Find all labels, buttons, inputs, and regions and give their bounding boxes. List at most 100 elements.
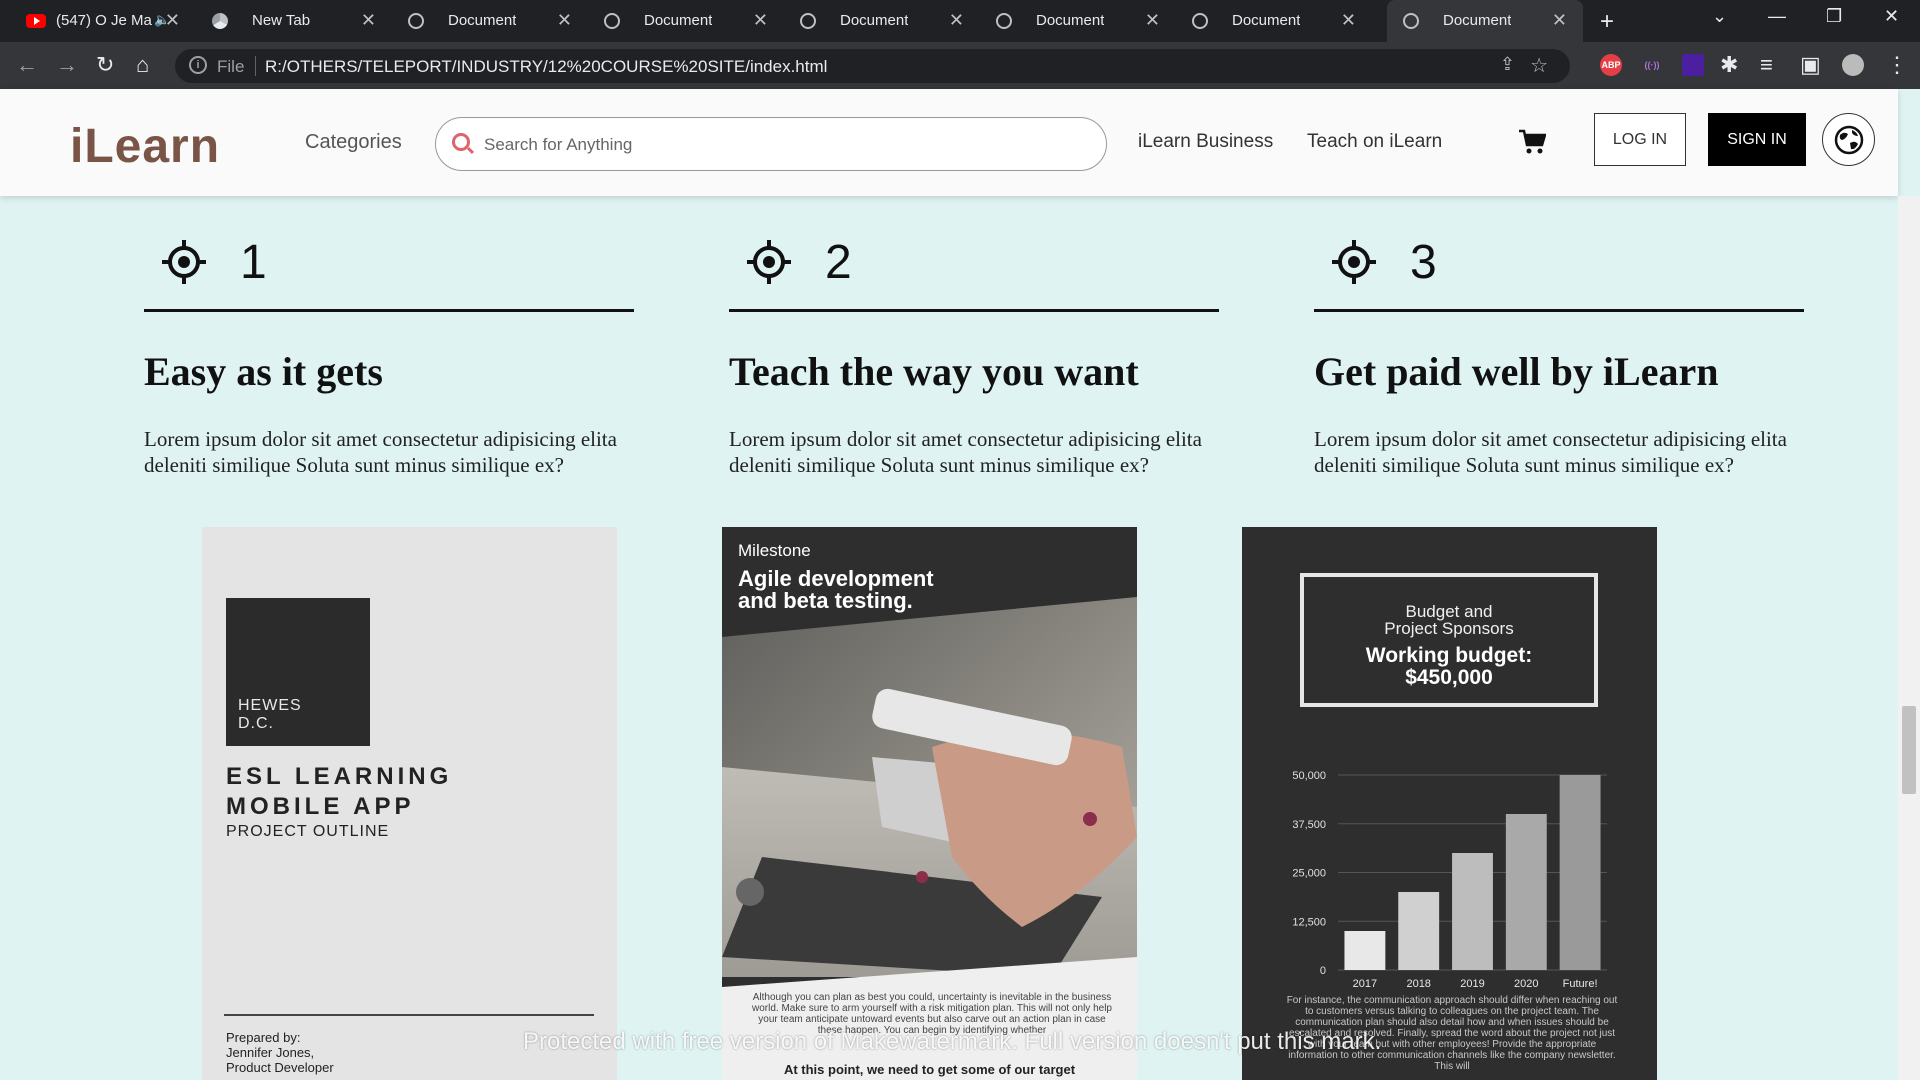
budget-amount: Working budget: $450,000 xyxy=(1304,645,1594,689)
step-description: Lorem ipsum dolor sit amet consectetur a… xyxy=(144,427,617,477)
search-bar[interactable] xyxy=(435,117,1107,171)
close-tab-icon[interactable]: ✕ xyxy=(949,10,964,31)
close-tab-icon[interactable]: ✕ xyxy=(165,10,180,31)
prepared-by-label: Prepared by: xyxy=(226,1030,301,1045)
browser-tab[interactable]: Document ✕ xyxy=(980,0,1176,42)
tab-title: (547) O Je Ma xyxy=(56,12,152,29)
reload-icon[interactable]: ↻ xyxy=(96,52,114,78)
watermark-text: Protected with free version of Makewater… xyxy=(523,1028,1382,1055)
minimize-icon[interactable]: — xyxy=(1768,6,1786,27)
budget-card: Budget and Project Sponsors Working budg… xyxy=(1242,527,1657,1080)
card-title: ESL LEARNING MOBILE APP xyxy=(226,762,452,822)
budget-bar-chart: 0 12,500 25,000 37,500 50,000 2017 2018 2019 202… xyxy=(1292,770,1607,990)
chart-ytick-label: 12,500 xyxy=(1292,916,1326,928)
step-number: 3 xyxy=(1410,235,1437,289)
browser-tab-active[interactable]: Document ✕ xyxy=(1387,0,1583,42)
chart-bar xyxy=(1505,814,1547,970)
globe-icon xyxy=(604,13,620,29)
adblock-plus-icon[interactable]: ABP xyxy=(1600,54,1622,76)
divider xyxy=(1314,309,1804,312)
profile-avatar[interactable] xyxy=(1842,54,1864,76)
budget-box-heading: Budget and Project Sponsors xyxy=(1304,603,1594,637)
close-window-icon[interactable]: ✕ xyxy=(1884,6,1899,27)
share-icon[interactable]: ⇪ xyxy=(1500,54,1515,75)
tab-search-chevron-icon[interactable]: ⌄ xyxy=(1712,6,1727,27)
divider xyxy=(255,56,256,76)
close-tab-icon[interactable]: ✕ xyxy=(1145,10,1160,31)
divider xyxy=(224,1014,594,1016)
prepared-by: Prepared by: Jennifer Jones, Product Dev… xyxy=(226,1030,334,1075)
tab-title: Document xyxy=(448,12,517,29)
divider xyxy=(729,309,1219,312)
budget-heading-line: Budget and xyxy=(1405,602,1493,621)
address-bar[interactable]: i File R:/OTHERS/TELEPORT/INDUSTRY/12%20… xyxy=(175,49,1570,83)
chart-bar xyxy=(1398,892,1440,970)
cast-icon[interactable]: ((·)) xyxy=(1641,54,1663,76)
new-tab-plus-icon[interactable]: + xyxy=(1600,8,1614,36)
budget-box: Budget and Project Sponsors Working budg… xyxy=(1300,573,1598,707)
back-arrow-icon[interactable]: ← xyxy=(16,52,38,78)
search-icon[interactable] xyxy=(452,133,470,151)
url-text[interactable]: R:/OTHERS/TELEPORT/INDUSTRY/12%20COURSE%… xyxy=(265,57,827,77)
divider xyxy=(144,309,634,312)
budget-amount-value: $450,000 xyxy=(1405,666,1493,689)
phone-on-laptop-photo xyxy=(722,597,1137,977)
restore-icon[interactable]: ❐ xyxy=(1826,6,1842,27)
scheme-label: File xyxy=(217,57,245,76)
browser-tab[interactable]: Document ✕ xyxy=(784,0,980,42)
close-tab-icon[interactable]: ✕ xyxy=(557,10,572,31)
chart-xtick-label: 2020 xyxy=(1514,978,1538,990)
step-title: Teach the way you want xyxy=(729,349,1139,394)
card-title-line: Agile development xyxy=(738,566,934,591)
side-panel-icon[interactable]: ▣ xyxy=(1800,52,1821,78)
browser-toolbar: ← → ↻ ⌂ i File R:/OTHERS/TELEPORT/INDUST… xyxy=(0,42,1920,89)
globe-icon xyxy=(996,13,1012,29)
close-tab-icon[interactable]: ✕ xyxy=(753,10,768,31)
signin-button[interactable]: SIGN IN xyxy=(1708,113,1806,166)
close-tab-icon[interactable]: ✕ xyxy=(1552,10,1567,31)
browser-tab[interactable]: Document ✕ xyxy=(392,0,588,42)
scrollbar-thumb[interactable] xyxy=(1902,706,1916,794)
reading-list-icon[interactable]: ≡ xyxy=(1760,52,1773,78)
grid-extension-icon[interactable] xyxy=(1682,54,1704,76)
ilearn-business-link[interactable]: iLearn Business xyxy=(1138,131,1273,153)
milestone-card: Milestone Agile development and beta tes… xyxy=(722,527,1137,1080)
tab-title: Document xyxy=(1232,12,1301,29)
close-tab-icon[interactable]: ✕ xyxy=(1341,10,1356,31)
browser-tab[interactable]: Document ✕ xyxy=(588,0,784,42)
chart-ytick-label: 37,500 xyxy=(1292,819,1326,831)
browser-tab[interactable]: New Tab ✕ xyxy=(196,0,392,42)
home-icon[interactable]: ⌂ xyxy=(136,52,149,78)
language-button[interactable] xyxy=(1822,113,1875,166)
info-icon[interactable]: i xyxy=(189,56,207,74)
globe-icon xyxy=(1834,125,1863,154)
card-title-line: ESL LEARNING xyxy=(226,763,453,790)
browser-tab[interactable]: Document ✕ xyxy=(1176,0,1372,42)
site-logo[interactable]: iLearn xyxy=(70,119,220,174)
search-input[interactable] xyxy=(484,132,1084,158)
login-button[interactable]: LOG IN xyxy=(1594,113,1686,166)
extensions-puzzle-icon[interactable]: ✱ xyxy=(1720,52,1738,78)
budget-heading-line: Project Sponsors xyxy=(1384,619,1514,638)
close-tab-icon[interactable]: ✕ xyxy=(361,10,376,31)
site-header: iLearn Categories iLearn Business Teach … xyxy=(0,89,1898,196)
forward-arrow-icon[interactable]: → xyxy=(56,52,78,78)
categories-link[interactable]: Categories xyxy=(305,131,402,154)
chart-ytick-label: 50,000 xyxy=(1292,770,1326,782)
chart-ytick-label: 25,000 xyxy=(1292,868,1326,880)
shopping-cart-icon[interactable] xyxy=(1518,129,1546,155)
tab-title: Document xyxy=(840,12,909,29)
teach-on-ilearn-link[interactable]: Teach on iLearn xyxy=(1307,131,1442,153)
browser-tab-strip: (547) O Je Ma 🔈 ✕ New Tab ✕ Document ✕ D… xyxy=(0,0,1920,42)
menu-kebab-icon[interactable]: ⋮ xyxy=(1886,52,1908,78)
chart-xtick-label: 2017 xyxy=(1353,978,1377,990)
globe-icon xyxy=(408,13,424,29)
logo-block-text: HEWES D.C. xyxy=(238,697,302,733)
browser-tab[interactable]: (547) O Je Ma 🔈 ✕ xyxy=(0,0,196,42)
crosshair-icon xyxy=(162,240,206,284)
page-scrollbar[interactable] xyxy=(1898,196,1920,1080)
bookmark-star-icon[interactable]: ☆ xyxy=(1530,53,1548,78)
globe-icon xyxy=(1192,13,1208,29)
project-outline-card: HEWES D.C. ESL LEARNING MOBILE APP PROJE… xyxy=(202,527,617,1080)
author-name: Jennifer Jones, xyxy=(226,1045,315,1060)
